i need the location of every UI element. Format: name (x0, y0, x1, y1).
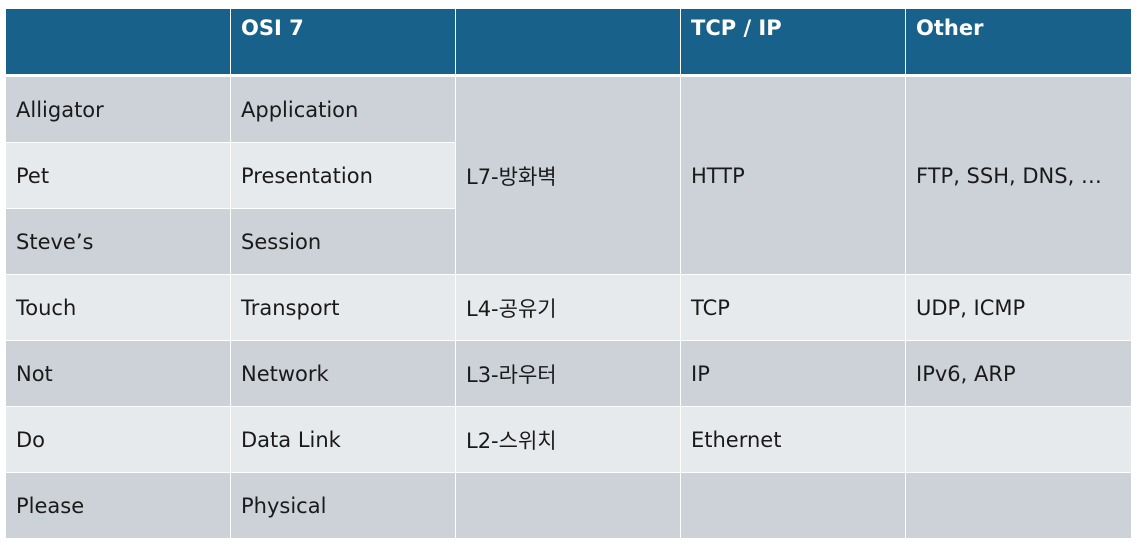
header-cell-tcpip: TCP / IP (680, 8, 906, 77)
mnemonic-cell: Pet (5, 142, 231, 209)
header-cell-mnemonic (5, 8, 231, 77)
tcpip-cell-link: Ethernet (680, 406, 906, 473)
osi-layer-cell: Network (230, 340, 456, 407)
other-cell-network: IPv6, ARP (905, 340, 1132, 407)
table-row-application: Alligator Application L7-방화벽 HTTP FTP, S… (5, 75, 1132, 275)
mnemonic-cell: Touch (5, 274, 231, 341)
tcpip-cell-network: IP (680, 340, 906, 407)
tcpip-cell-application: HTTP (680, 75, 906, 275)
osi-comparison-table: OSI 7 TCP / IP Other Alligator Applicati… (5, 8, 1132, 539)
header-cell-other: Other (905, 8, 1132, 77)
table-row-physical: Please Physical (5, 472, 1132, 539)
mnemonic-cell: Alligator (5, 75, 231, 143)
mnemonic-cell: Steve’s (5, 208, 231, 275)
table-row-transport: Touch Transport L4-공유기 TCP UDP, ICMP (5, 274, 1132, 341)
osi-layer-cell: Physical (230, 472, 456, 539)
osi-layer-cell: Data Link (230, 406, 456, 473)
osi-layer-cell: Transport (230, 274, 456, 341)
other-cell-transport: UDP, ICMP (905, 274, 1132, 341)
device-cell-l7: L7-방화벽 (455, 75, 681, 275)
other-cell-link (905, 406, 1132, 473)
tcpip-cell-physical (680, 472, 906, 539)
osi-layer-cell: Application (230, 75, 456, 143)
table-header-row: OSI 7 TCP / IP Other (5, 8, 1132, 77)
header-cell-osi7: OSI 7 (230, 8, 456, 77)
table-row-datalink: Do Data Link L2-스위치 Ethernet (5, 406, 1132, 473)
mnemonic-cell: Do (5, 406, 231, 473)
other-cell-physical (905, 472, 1132, 539)
device-cell-l4: L4-공유기 (455, 274, 681, 341)
table-row-network: Not Network L3-라우터 IP IPv6, ARP (5, 340, 1132, 407)
mnemonic-cell: Not (5, 340, 231, 407)
osi-layer-cell: Session (230, 208, 456, 275)
header-cell-device (455, 8, 681, 77)
mnemonic-cell: Please (5, 472, 231, 539)
other-cell-application: FTP, SSH, DNS, … (905, 75, 1132, 275)
device-cell-l2: L2-스위치 (455, 406, 681, 473)
device-cell-l3: L3-라우터 (455, 340, 681, 407)
osi-layer-cell: Presentation (230, 142, 456, 209)
device-cell-physical (455, 472, 681, 539)
tcpip-cell-transport: TCP (680, 274, 906, 341)
